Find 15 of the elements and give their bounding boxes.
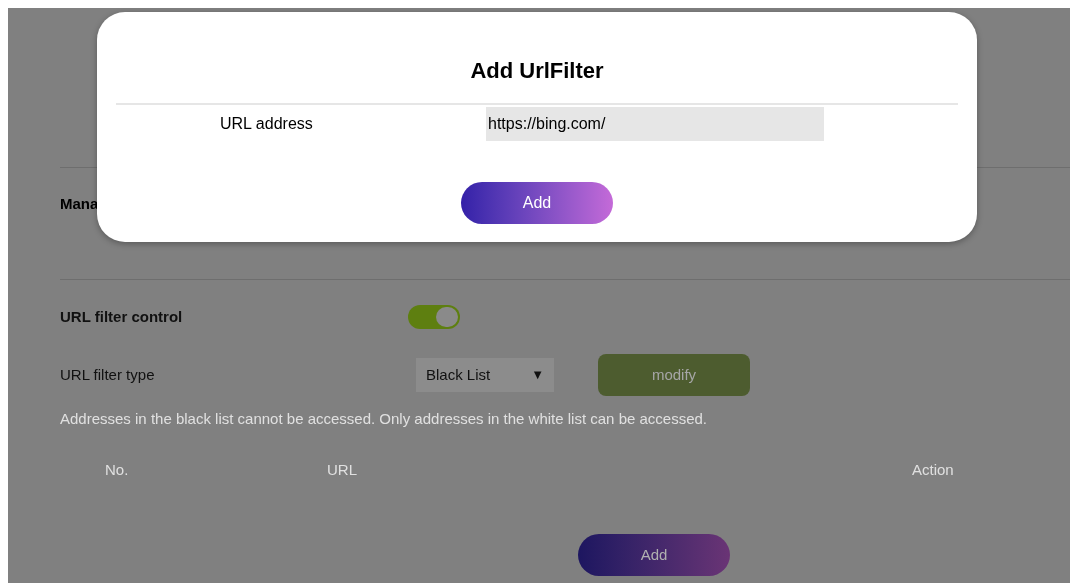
- filter-type-select[interactable]: Black List ▼: [416, 358, 554, 392]
- column-header: No.: [105, 459, 130, 480]
- url-label: URL address: [219, 114, 314, 134]
- section-title: Mana: [60, 194, 99, 215]
- dialog-add-button[interactable]: Add: [461, 182, 613, 224]
- add-button[interactable]: Add: [578, 534, 730, 576]
- modify-button[interactable]: modify: [598, 354, 750, 396]
- dialog-title: Add UrlFilter: [470, 57, 604, 85]
- filter-note: Addresses in the black list cannot be accessed. Only addresses in the white list can be accessed.: [60, 409, 708, 429]
- filter-type-label: URL filter type: [60, 364, 156, 385]
- column-header: URL: [327, 459, 358, 480]
- url-input[interactable]: https://bing.com/: [486, 107, 824, 141]
- column-header: Action: [912, 459, 954, 480]
- toggle-switch[interactable]: [408, 305, 460, 329]
- filter-control-label: URL filter control: [60, 306, 184, 327]
